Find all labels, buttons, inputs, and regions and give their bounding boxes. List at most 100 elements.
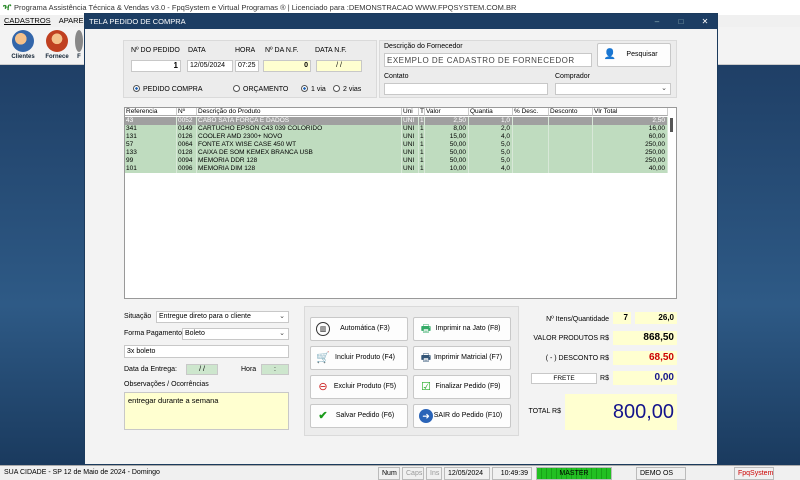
exit-arrow-icon: ➜ (419, 409, 433, 423)
salvar-pedido-button[interactable]: ✔ Salvar Pedido (F6) (310, 404, 408, 428)
frete-value: 0,00 (613, 371, 677, 385)
col-header-descricao[interactable]: Descrição do Produto (197, 108, 402, 116)
table-cell: UNI (402, 141, 419, 149)
toolbar-clientes-button[interactable]: Clientes (8, 29, 38, 63)
entrega-field[interactable]: / / (186, 364, 218, 375)
fornecedor-icon (46, 30, 68, 52)
status-demo: DEMO OS 3.0 (636, 467, 686, 480)
menu-cadastros[interactable]: CADASTROS (0, 16, 55, 25)
quantidade-value: 26,0 (635, 312, 677, 324)
table-row[interactable]: 131 0126 COOLER AMD 2300+ NOVO UNI 1 15,00 4,0… (125, 133, 668, 141)
entrega-hora-label: Hora (241, 366, 257, 373)
table-cell: MEMORIA DDR 128 (197, 157, 402, 165)
table-cell: 1,0 (469, 117, 513, 125)
excluir-produto-button[interactable]: ⊖ Excluir Produto (F5) (310, 375, 408, 399)
table-cell (513, 117, 549, 125)
table-row[interactable]: 101 0096 MEMORIA DIM 128 UNI 1 10,00 4,0 40,00 (125, 165, 668, 173)
user-search-icon: 👤 (603, 49, 617, 60)
situacao-label: Situação (124, 313, 152, 320)
table-row[interactable]: 43 0052 CABO SATA FORÇA E DADOS UNI 1 2,50 1,0… (125, 117, 668, 125)
entrega-hora-field[interactable]: : (261, 364, 289, 375)
incluir-produto-button[interactable]: 🛒 Incluir Produto (F4) (310, 346, 408, 370)
pesquisar-button[interactable]: 👤 Pesquisar (597, 43, 671, 67)
table-cell: CABO SATA FORÇA E DADOS (197, 117, 402, 125)
printer-icon: 🖶 (420, 323, 432, 335)
sair-pedido-label: SAIR do Pedido (F10) (433, 412, 503, 419)
pagamento-label: Forma Pagamento (124, 330, 182, 337)
finalize-check-icon: ☑ (421, 381, 431, 393)
col-header-vlr-total[interactable]: Vlr Total (593, 108, 668, 116)
pedido-field[interactable]: 1 (131, 60, 181, 72)
fornecedor-desc-field[interactable]: EXEMPLO DE CADASTRO DE FORNECEDOR (384, 53, 592, 67)
col-header-desconto[interactable]: Desconto (549, 108, 593, 116)
imprimir-matricial-button[interactable]: 🖶 Imprimir Matricial (F7) (413, 346, 511, 370)
col-header-quantia[interactable]: Quantia (469, 108, 513, 116)
col-header-numero[interactable]: Nº (177, 108, 197, 116)
obs-textarea[interactable]: entregar durante a semana (124, 392, 289, 430)
col-header-valor[interactable]: Valor (425, 108, 469, 116)
radio-empty-icon (333, 85, 340, 92)
pedido-compra-label: PEDIDO COMPRA (143, 86, 203, 93)
nf-field[interactable]: 0 (263, 60, 311, 72)
table-cell: 5,0 (469, 149, 513, 157)
table-cell: UNI (402, 165, 419, 173)
table-cell: FONTE ATX WISE CASE 450 WT (197, 141, 402, 149)
minimize-icon[interactable]: – (645, 14, 669, 29)
via2-radio[interactable]: 2 vias (333, 85, 361, 94)
printer-icon: 🖶 (420, 352, 432, 364)
table-row[interactable]: 341 0149 CARTUCHO EPSON C43 039 COLORIDO UN… (125, 125, 668, 133)
table-cell: 0128 (177, 149, 197, 157)
grid-scrollbar-thumb[interactable] (670, 118, 673, 132)
comprador-dropdown[interactable]: ⌄ (555, 83, 671, 95)
hora-label: HORA (235, 47, 256, 54)
col-header-uni[interactable]: Uni (402, 108, 419, 116)
col-header-referencia[interactable]: Referencia (125, 108, 177, 116)
pagamento-desc-field[interactable]: 3x boleto (124, 345, 289, 358)
table-cell: COOLER AMD 2300+ NOVO (197, 133, 402, 141)
table-cell: 50,00 (425, 149, 469, 157)
table-cell: 2,50 (593, 117, 668, 125)
finalizar-pedido-button[interactable]: ☑ Finalizar Pedido (F9) (413, 375, 511, 399)
maximize-icon[interactable]: □ (669, 14, 693, 29)
desconto-label: ( - ) DESCONTO R$ (545, 355, 609, 362)
produtos-grid[interactable]: Referencia Nº Descrição do Produto Uni T… (124, 107, 677, 299)
table-cell (513, 165, 549, 173)
status-ins: Ins (426, 467, 442, 480)
imprimir-jato-label: Imprimir na Jato (F8) (435, 325, 501, 332)
imprimir-jato-button[interactable]: 🖶 Imprimir na Jato (F8) (413, 317, 511, 341)
valor-produtos-label: VALOR PRODUTOS R$ (533, 335, 609, 342)
table-row[interactable]: 99 0094 MEMORIA DDR 128 UNI 1 50,00 5,0 250,00 (125, 157, 668, 165)
hora-field[interactable]: 07:25 (235, 60, 259, 72)
data-label: DATA (188, 47, 206, 54)
frete-button[interactable]: FRETE (531, 373, 597, 384)
app-logo-icon: ዣ (3, 2, 12, 12)
data-nf-field[interactable]: / / (316, 60, 362, 72)
sair-pedido-button[interactable]: ➜ SAIR do Pedido (F10) (413, 404, 511, 428)
situacao-dropdown[interactable]: Entregue direto para o cliente ⌄ (156, 311, 289, 323)
automatica-button[interactable]: ▥ Automática (F3) (310, 317, 408, 341)
table-cell: 50,00 (425, 141, 469, 149)
table-cell: 133 (125, 149, 177, 157)
data-field[interactable]: 12/05/2024 (187, 60, 233, 72)
table-cell: 250,00 (593, 157, 668, 165)
orcamento-radio[interactable]: ORÇAMENTO (233, 85, 288, 94)
table-row[interactable]: 57 0064 FONTE ATX WISE CASE 450 WT UNI 1 50,0… (125, 141, 668, 149)
table-cell (549, 165, 593, 173)
via1-radio[interactable]: 1 via (301, 85, 326, 94)
table-cell: CARTUCHO EPSON C43 039 COLORIDO (197, 125, 402, 133)
valor-produtos-value: 868,50 (613, 331, 677, 345)
table-cell: 16,00 (593, 125, 668, 133)
col-header-desc-pct[interactable]: % Desc. (513, 108, 549, 116)
close-icon[interactable]: ✕ (693, 14, 717, 29)
toolbar-f-button[interactable]: F (74, 29, 84, 63)
table-cell (549, 125, 593, 133)
toolbar-fornecedor-button[interactable]: Fornece (42, 29, 72, 63)
pedido-compra-radio[interactable]: PEDIDO COMPRA (133, 85, 203, 94)
table-cell: 2,0 (469, 125, 513, 133)
table-row[interactable]: 133 0128 CAIXA DE SOM KEMEX BRANCA USB UNI 1… (125, 149, 668, 157)
contato-field[interactable] (384, 83, 548, 95)
table-cell: 131 (125, 133, 177, 141)
pesquisar-label: Pesquisar (626, 51, 658, 58)
salvar-pedido-label: Salvar Pedido (F6) (335, 412, 395, 419)
pagamento-dropdown[interactable]: Boleto ⌄ (182, 328, 289, 340)
